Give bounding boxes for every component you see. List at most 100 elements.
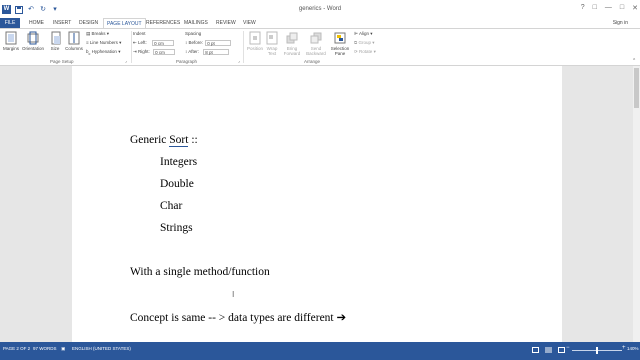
send-backward-label: Send Backward bbox=[306, 46, 326, 56]
spacing-after-label: After: bbox=[188, 49, 200, 55]
title-bar: W ↶ ↻ ▾ generics - Word ? □ — □ ✕ bbox=[0, 0, 640, 18]
page-setup-group-label: Page Setup bbox=[50, 59, 74, 64]
spacing-label: Spacing bbox=[185, 31, 202, 36]
status-bar: PAGE 2 OF 2 97 WORDS ▣ ENGLISH (UNITED S… bbox=[0, 342, 640, 360]
page-setup-launcher-icon[interactable]: ⌟ bbox=[125, 58, 127, 63]
vertical-scrollbar[interactable] bbox=[633, 66, 640, 342]
tab-design[interactable]: DESIGN bbox=[76, 18, 101, 28]
maximize-icon[interactable]: □ bbox=[620, 4, 624, 12]
indent-right-input[interactable]: 0 cm bbox=[153, 49, 176, 55]
send-backward-button[interactable]: Send Backward bbox=[304, 31, 328, 56]
rotate-icon: ⟳ bbox=[354, 49, 358, 54]
group-label: Group bbox=[358, 40, 371, 45]
columns-icon bbox=[68, 31, 80, 45]
wrap-text-label: Wrap Text bbox=[266, 46, 278, 56]
line-numbers-label: Line Numbers bbox=[89, 40, 118, 45]
group-button[interactable]: ⧉ Group ▾ bbox=[354, 40, 375, 46]
doc-list-item: Strings bbox=[160, 222, 193, 234]
window-controls: ? □ — □ ✕ bbox=[581, 4, 638, 12]
indent-right-row: ⇥ Right: 0 cm bbox=[133, 49, 176, 55]
align-label: Align bbox=[358, 31, 369, 36]
spacing-after-input[interactable]: 8 pt bbox=[203, 49, 230, 55]
breaks-icon: ▤ bbox=[86, 31, 91, 36]
word-count[interactable]: 97 WORDS bbox=[33, 346, 57, 351]
print-layout-icon[interactable] bbox=[545, 347, 552, 353]
doc-heading-prefix: Generic bbox=[130, 134, 170, 146]
orientation-icon bbox=[27, 31, 39, 45]
proofing-icon[interactable]: ▣ bbox=[61, 346, 65, 352]
margins-button[interactable]: Margins bbox=[3, 31, 19, 51]
line-numbers-button[interactable]: ≡ Line Numbers ▾ bbox=[86, 40, 121, 46]
sign-in-link[interactable]: Sign in bbox=[613, 20, 628, 26]
margins-icon bbox=[5, 31, 17, 45]
language-indicator[interactable]: ENGLISH (UNITED STATES) bbox=[72, 346, 131, 351]
spacing-before-label: Before: bbox=[188, 40, 204, 46]
spacing-after-row: ↕ After: 8 pt bbox=[185, 49, 230, 55]
wrap-text-button[interactable]: Wrap Text bbox=[265, 31, 279, 56]
close-icon[interactable]: ✕ bbox=[632, 4, 638, 12]
help-icon[interactable]: ? bbox=[581, 4, 585, 12]
spacing-before-input[interactable]: 0 pt bbox=[205, 40, 232, 46]
spacing-before-icon: ↕ bbox=[185, 40, 188, 46]
indent-left-label: Left: bbox=[138, 40, 147, 46]
indent-left-row: ⇤ Left: 0 cm bbox=[133, 40, 175, 46]
hyphenation-label: Hyphenation bbox=[91, 49, 117, 54]
tab-view[interactable]: VIEW bbox=[240, 18, 259, 28]
bring-forward-button[interactable]: Bring Forward bbox=[282, 31, 302, 56]
indent-right-label: Right: bbox=[138, 49, 150, 55]
hyphenation-button[interactable]: bc Hyphenation ▾ bbox=[86, 49, 120, 56]
indent-label: Indent bbox=[133, 31, 146, 36]
tab-file[interactable]: FILE bbox=[0, 18, 20, 28]
selection-pane-button[interactable]: Selection Pane bbox=[330, 31, 350, 56]
arrange-group-label: Arrange bbox=[304, 59, 321, 64]
position-icon bbox=[249, 31, 261, 45]
tab-mailings[interactable]: MAILINGS bbox=[181, 18, 211, 28]
ribbon-display-options-icon[interactable]: □ bbox=[593, 4, 597, 12]
minimize-icon[interactable]: — bbox=[605, 4, 612, 12]
tab-home[interactable]: HOME bbox=[26, 18, 47, 28]
doc-list-item: Double bbox=[160, 178, 194, 190]
tab-review[interactable]: REVIEW bbox=[213, 18, 239, 28]
orientation-button[interactable]: Orientation bbox=[21, 31, 45, 51]
page-count[interactable]: PAGE 2 OF 2 bbox=[3, 346, 30, 351]
document-page[interactable]: Generic Sort :: Integers Double Char Str… bbox=[72, 66, 562, 342]
columns-button[interactable]: Columns bbox=[64, 31, 84, 51]
doc-heading-suffix: :: bbox=[188, 134, 198, 146]
text-cursor-icon: I bbox=[232, 290, 235, 299]
zoom-slider-thumb[interactable] bbox=[596, 347, 598, 354]
doc-heading-word: Sort bbox=[169, 134, 189, 147]
wrap-text-icon bbox=[266, 31, 278, 45]
breaks-button[interactable]: ▤ Breaks ▾ bbox=[86, 31, 109, 37]
hyphenation-icon: bc bbox=[86, 49, 91, 56]
zoom-level[interactable]: 140% bbox=[627, 346, 639, 351]
window-title: generics - Word bbox=[298, 6, 342, 12]
align-button[interactable]: ⊫ Align ▾ bbox=[354, 31, 372, 37]
spacing-before-row: ↕ Before: 0 pt bbox=[185, 40, 232, 46]
rotate-button[interactable]: ⟳ Rotate ▾ bbox=[354, 49, 376, 55]
line-numbers-icon: ≡ bbox=[86, 40, 89, 45]
size-button[interactable]: Size bbox=[49, 31, 61, 51]
paragraph-launcher-icon[interactable]: ⌟ bbox=[238, 58, 240, 63]
indent-left-input[interactable]: 0 cm bbox=[152, 40, 175, 46]
selection-pane-label: Selection Pane bbox=[330, 46, 350, 56]
tab-insert[interactable]: INSERT bbox=[50, 18, 74, 28]
bring-forward-icon bbox=[286, 32, 298, 44]
scrollbar-thumb[interactable] bbox=[634, 68, 639, 108]
tab-references[interactable]: REFERENCES bbox=[143, 18, 183, 28]
tab-page-layout[interactable]: PAGE LAYOUT bbox=[103, 18, 146, 28]
indent-right-icon: ⇥ bbox=[133, 49, 137, 55]
read-mode-icon[interactable] bbox=[532, 347, 539, 353]
size-label: Size bbox=[50, 46, 60, 51]
document-area: Generic Sort :: Integers Double Char Str… bbox=[0, 66, 640, 342]
doc-concept-line: Concept is same -- > data types are diff… bbox=[130, 312, 347, 324]
indent-left-icon: ⇤ bbox=[133, 40, 137, 46]
collapse-ribbon-icon[interactable]: ⌃ bbox=[632, 58, 636, 64]
doc-list-item: Char bbox=[160, 200, 183, 212]
separator bbox=[131, 31, 132, 63]
align-icon: ⊫ bbox=[354, 31, 358, 36]
zoom-out-icon[interactable]: − bbox=[566, 345, 570, 351]
zoom-in-icon[interactable]: + bbox=[622, 345, 626, 351]
web-layout-icon[interactable] bbox=[558, 347, 565, 353]
ribbon: Margins Orientation Size Columns ▤ Break… bbox=[0, 28, 640, 66]
position-button[interactable]: Position bbox=[246, 31, 264, 51]
